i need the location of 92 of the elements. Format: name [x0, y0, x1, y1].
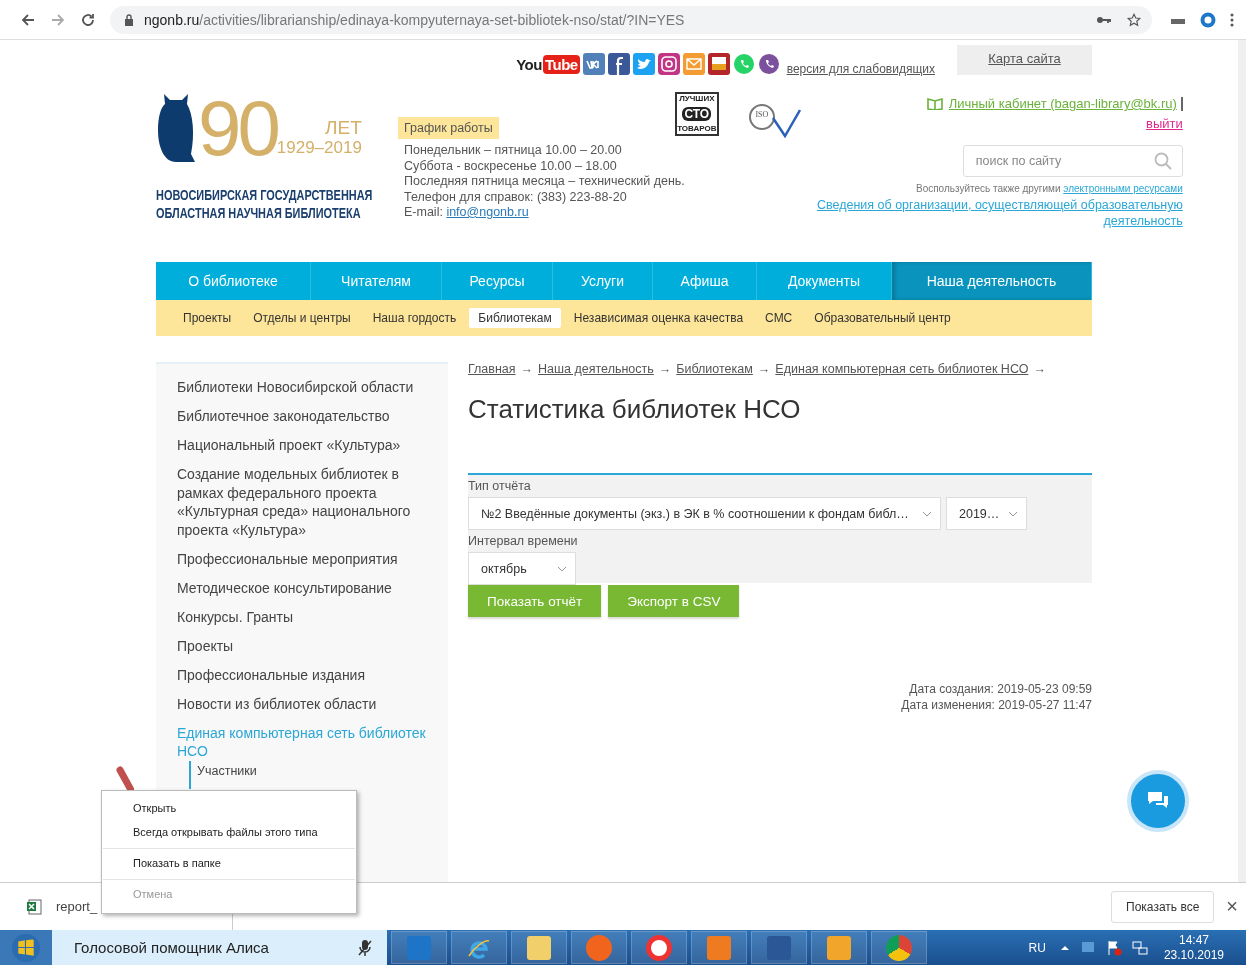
logo-period: 1929–2019: [276, 138, 362, 158]
address-bar[interactable]: ngonb.ru/activities/librarianship/edinaya-kompyuternaya-set-bibliotek-nso/stat/?IN=YES: [110, 5, 1152, 34]
sidebar-subitem[interactable]: Участники: [197, 764, 257, 778]
schedule-line: Понедельник – пятница 10.00 – 20.00: [404, 143, 622, 159]
sidebar-item[interactable]: Конкурсы. Гранты: [177, 607, 428, 626]
caret-icon: [922, 510, 932, 517]
subnav-tab[interactable]: Отделы и центры: [244, 308, 360, 328]
start-button[interactable]: [0, 930, 52, 965]
search-input[interactable]: поиск по сайту: [973, 153, 1154, 169]
logout-link[interactable]: выйти: [1146, 116, 1183, 131]
subnav-tab[interactable]: Проекты: [174, 308, 241, 328]
flag-icon[interactable]: [707, 53, 730, 75]
iso-badge: ISO: [740, 92, 803, 138]
context-menu-item[interactable]: Всегда открывать файлы этого типа: [102, 821, 356, 845]
interval-label: Интервал времени: [468, 533, 578, 549]
nav-tab[interactable]: Наша деятельность: [892, 262, 1092, 300]
context-menu-item[interactable]: Показать в папке: [102, 852, 356, 876]
book-icon: [926, 97, 943, 110]
sidebar-item[interactable]: Проекты: [177, 636, 428, 655]
network-icon[interactable]: [1131, 939, 1148, 956]
accessibility-link[interactable]: версия для слабовидящих: [786, 62, 935, 76]
email-link[interactable]: info@ngonb.ru: [446, 205, 529, 219]
library-name-line: ОБЛАСТНАЯ НАУЧНАЯ БИБЛИОТЕКА: [156, 204, 361, 222]
instagram-icon[interactable]: [657, 53, 680, 75]
breadcrumb-separator: →: [658, 362, 672, 376]
caret-icon: [1008, 510, 1018, 517]
twitter-icon[interactable]: [632, 53, 655, 75]
vk-icon[interactable]: [582, 53, 605, 75]
sidebar-item[interactable]: Библиотечное законодательство: [177, 407, 428, 426]
subnav-tab[interactable]: Образовательный центр: [805, 308, 960, 328]
back-icon[interactable]: [20, 11, 36, 28]
breadcrumb-link[interactable]: Библиотекам: [676, 362, 753, 376]
breadcrumb-separator: →: [520, 362, 534, 376]
sidebar-item[interactable]: Профессиональные издания: [177, 665, 428, 684]
sidebar-item[interactable]: Библиотеки Новосибирской области: [177, 378, 428, 397]
flag-alert-icon[interactable]: [1105, 939, 1122, 956]
report-type-select[interactable]: №2 Введённые документы (экз.) в ЭК в % соотношении к фондам библ…: [468, 497, 941, 530]
sidebar-item[interactable]: Новости из библиотек области: [177, 694, 428, 713]
email-label: E-mail:: [404, 205, 443, 219]
close-button[interactable]: ×: [1226, 895, 1238, 918]
breadcrumb-separator: →: [757, 362, 771, 376]
search-field[interactable]: поиск по сайту: [962, 145, 1183, 177]
show-all-button[interactable]: Показать все: [1111, 890, 1215, 923]
logo-years-number: 90: [198, 90, 277, 166]
menu-icon[interactable]: [1230, 11, 1234, 28]
subnav-tab[interactable]: Библиотекам: [469, 308, 561, 328]
schedule-line: Телефон для справок: (383) 223-88-20: [404, 189, 627, 205]
language-indicator[interactable]: RU: [1028, 940, 1046, 955]
resources-note: Воспользуйтесь также другими: [915, 183, 1061, 194]
library-name-line: НОВОСИБИРСКАЯ ГОСУДАРСТВЕННАЯ: [156, 186, 373, 204]
mail-client-icon[interactable]: [811, 931, 867, 964]
y-browser-icon[interactable]: [631, 931, 687, 964]
site-map-link[interactable]: Карта сайта: [957, 45, 1092, 75]
breadcrumb-link[interactable]: Главная: [468, 362, 516, 376]
report-type-label: Тип отчёта: [468, 478, 531, 494]
subnav-tab[interactable]: СМС: [756, 308, 802, 328]
schedule-line: Суббота - воскресенье 10.00 – 18.00: [404, 158, 617, 174]
date-info: Дата создания: 2019-05-23 09:59: [909, 681, 1092, 697]
spreadsheet-file-icon: [26, 898, 42, 915]
sidebar-item[interactable]: Создание модельных библиотек в рамках федерального проекта «Культурная среда» национального проекта «Культура»: [177, 465, 428, 539]
sidebar-item[interactable]: Национальный проект «Культура»: [177, 436, 428, 455]
viber-icon[interactable]: [757, 53, 780, 75]
folder-icon[interactable]: [511, 931, 567, 964]
reload-icon[interactable]: [80, 11, 96, 28]
subnav-tab[interactable]: Наша гордость: [363, 308, 466, 328]
sidebar-item[interactable]: Методическое консультирование: [177, 578, 428, 597]
schedule-line: Последняя пятница месяца – технический день.: [404, 174, 685, 190]
breadcrumb-link[interactable]: Единая компьютерная сеть библиотек НСО: [775, 362, 1029, 376]
browser-e-icon[interactable]: [451, 931, 507, 964]
star-icon[interactable]: [1126, 12, 1142, 27]
context-menu-item[interactable]: Открыть: [102, 797, 356, 821]
logo-years-word: ЛЕТ: [325, 118, 362, 138]
forward-icon[interactable]: [50, 11, 66, 28]
month-select[interactable]: октябрь: [468, 552, 576, 585]
facebook-icon[interactable]: [607, 53, 630, 75]
page-title: Статистика библиотек НСО: [468, 394, 802, 425]
assistant-search-field[interactable]: Голосовой помощник Алиса: [52, 930, 387, 965]
clock[interactable]: 14:47 23.10.2019: [1163, 932, 1224, 963]
profile-icon[interactable]: [1200, 11, 1216, 28]
caret-icon: [557, 565, 567, 572]
subnav-tab[interactable]: Независимая оценка качества: [564, 308, 753, 328]
schedule-label: График работы: [398, 117, 499, 139]
quality-badge: ЛУЧШИХ СТО ТОВАРОВ: [674, 92, 719, 136]
word-processor-icon[interactable]: [751, 931, 807, 964]
date-info: Дата изменения: 2019-05-27 11:47: [901, 697, 1092, 713]
annotation-line: [116, 766, 134, 791]
lock-icon: [124, 13, 134, 26]
year-select[interactable]: 2019…: [946, 497, 1027, 530]
muted-microphone-icon[interactable]: [357, 938, 373, 957]
sidebar-item[interactable]: Профессиональные мероприятия: [177, 549, 428, 568]
breadcrumb-link[interactable]: Наша деятельность: [538, 362, 654, 376]
breadcrumb-separator: →: [1033, 362, 1046, 376]
